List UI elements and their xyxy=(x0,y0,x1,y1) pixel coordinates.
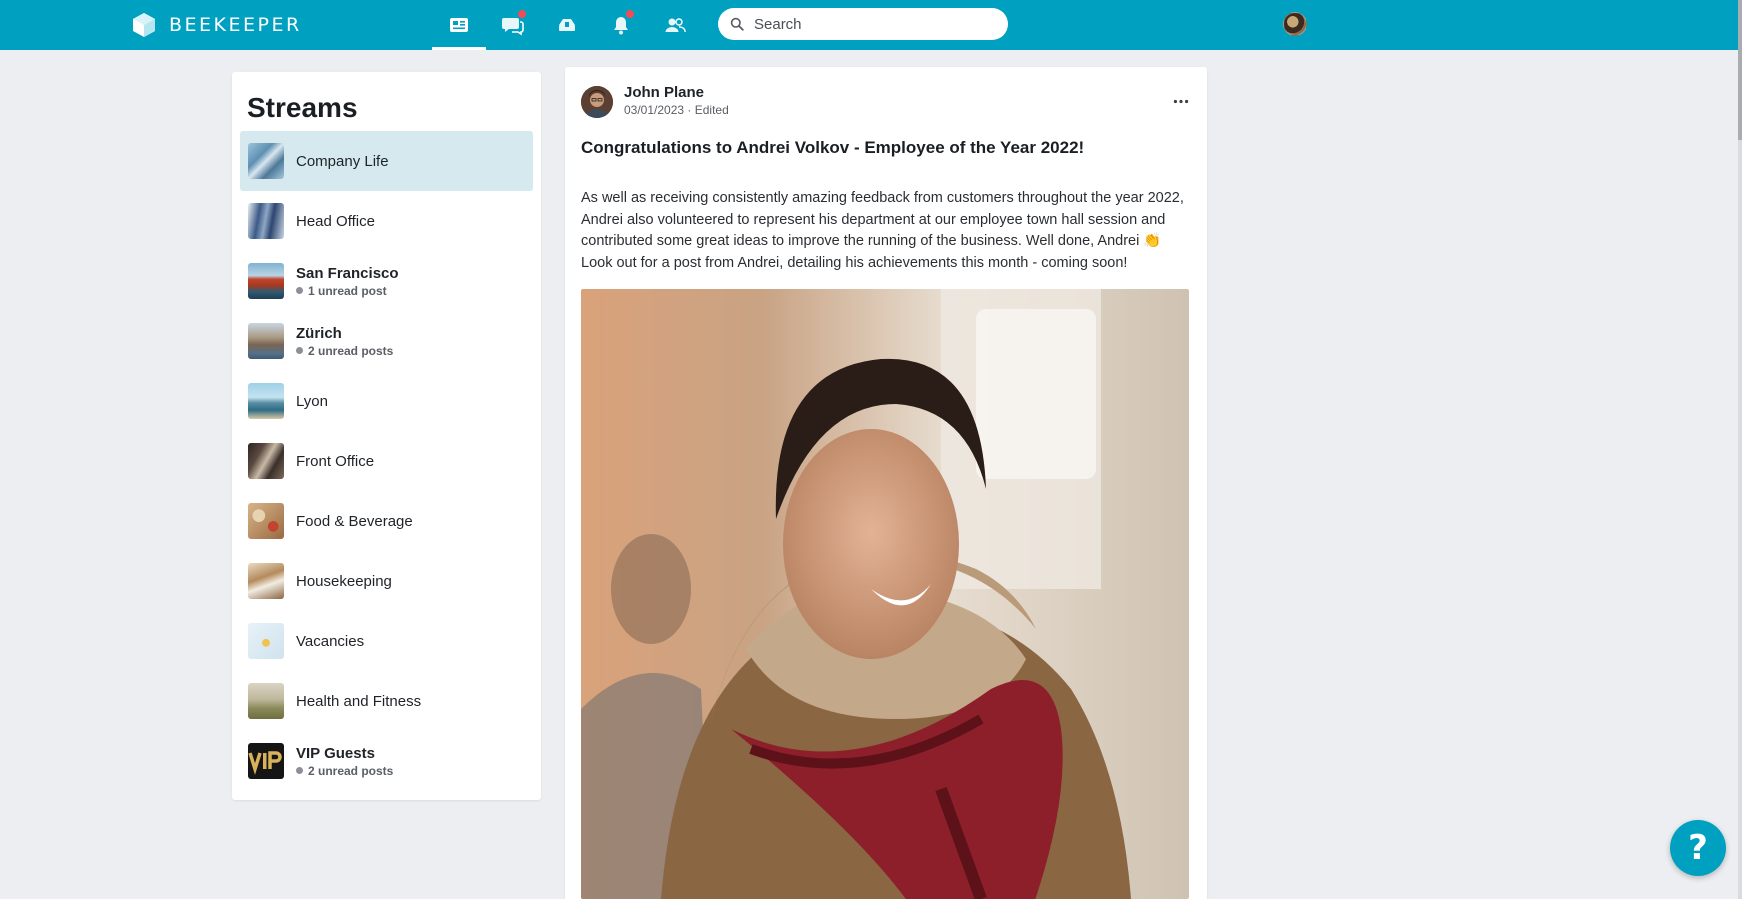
stream-company-life[interactable]: Company Life xyxy=(240,131,533,191)
nav-chats[interactable] xyxy=(486,0,540,50)
brand-name: BEEKEEPER xyxy=(169,14,302,36)
stream-food-beverage[interactable]: Food & Beverage xyxy=(240,491,533,551)
more-horizontal-icon xyxy=(1173,99,1189,103)
author-portrait-icon xyxy=(581,86,613,118)
chat-notification-dot xyxy=(517,9,527,19)
page-scrollbar[interactable] xyxy=(1738,0,1742,899)
search-bar[interactable] xyxy=(718,8,1008,40)
stream-label: Front Office xyxy=(296,452,375,470)
stream-thumbnail xyxy=(248,563,284,599)
edited-label: Edited xyxy=(694,103,729,117)
author-name[interactable]: John Plane xyxy=(624,84,704,101)
unread-dot-icon xyxy=(296,767,303,774)
stream-thumbnail xyxy=(248,503,284,539)
meta-separator: · xyxy=(687,103,695,117)
nav-news-feed[interactable] xyxy=(432,0,486,50)
vip-logo-icon xyxy=(248,751,282,775)
stream-thumbnail xyxy=(248,743,284,779)
stream-label: Lyon xyxy=(296,392,328,410)
unread-dot-icon xyxy=(296,347,303,354)
author-avatar[interactable] xyxy=(581,86,613,118)
stream-label: VIP Guests xyxy=(296,744,375,762)
post-title: Congratulations to Andrei Volkov - Emplo… xyxy=(581,138,1085,157)
stream-label: Housekeeping xyxy=(296,572,392,590)
stream-list: Company Life Head Office San Francisco 1… xyxy=(240,131,533,791)
nav-tools[interactable] xyxy=(540,0,594,50)
unread-count: 2 unread posts xyxy=(296,764,393,778)
stream-label: Health and Fitness xyxy=(296,692,422,710)
post-date: 03/01/2023 xyxy=(624,103,685,117)
stream-front-office[interactable]: Front Office xyxy=(240,431,533,491)
news-feed-icon xyxy=(450,18,468,32)
stream-thumbnail xyxy=(248,443,284,479)
post-body: As well as receiving consistently amazin… xyxy=(581,190,1184,271)
top-navigation-bar: BEEKEEPER xyxy=(0,0,1738,50)
streams-title: Streams xyxy=(247,92,358,123)
search-input[interactable] xyxy=(754,15,984,33)
nav-notifications[interactable] xyxy=(594,0,648,50)
notification-dot xyxy=(625,9,635,19)
stream-label: San Francisco xyxy=(296,264,399,282)
unread-count: 2 unread posts xyxy=(296,344,393,358)
stream-thumbnail xyxy=(248,623,284,659)
employee-portrait-image xyxy=(581,289,1189,899)
people-icon xyxy=(665,18,686,33)
stream-head-office[interactable]: Head Office xyxy=(240,191,533,251)
help-icon: ? xyxy=(1688,828,1708,868)
post-photo[interactable] xyxy=(581,289,1189,899)
help-button[interactable]: ? xyxy=(1670,820,1726,876)
stream-label: Zürich xyxy=(296,324,342,342)
stream-vip-guests[interactable]: VIP Guests 2 unread posts xyxy=(240,731,533,791)
main-nav xyxy=(432,0,702,50)
search-icon xyxy=(730,17,744,31)
post-meta: 03/01/2023 · Edited xyxy=(624,103,729,117)
more-options-button[interactable] xyxy=(1171,91,1191,111)
stream-label: Vacancies xyxy=(296,632,365,650)
unread-count: 1 unread post xyxy=(296,284,399,298)
stream-thumbnail xyxy=(248,143,284,179)
brand-logo[interactable]: BEEKEEPER xyxy=(131,12,302,38)
stream-vacancies[interactable]: Vacancies xyxy=(240,611,533,671)
stream-lyon[interactable]: Lyon xyxy=(240,371,533,431)
stream-thumbnail xyxy=(248,683,284,719)
stream-thumbnail xyxy=(248,383,284,419)
stream-label: Company Life xyxy=(296,152,389,170)
scrollbar-thumb[interactable] xyxy=(1738,0,1742,140)
stream-label: Food & Beverage xyxy=(296,512,413,530)
stream-san-francisco[interactable]: San Francisco 1 unread post xyxy=(240,251,533,311)
post-card: John Plane 03/01/2023 · Edited Congratul… xyxy=(565,67,1207,899)
stream-label: Head Office xyxy=(296,212,375,230)
user-avatar[interactable] xyxy=(1283,12,1307,36)
beekeeper-logo-icon xyxy=(133,13,155,37)
stream-thumbnail xyxy=(248,203,284,239)
stream-housekeeping[interactable]: Housekeeping xyxy=(240,551,533,611)
nav-people[interactable] xyxy=(648,0,702,50)
stream-zurich[interactable]: Zürich 2 unread posts xyxy=(240,311,533,371)
stream-thumbnail xyxy=(248,323,284,359)
stream-thumbnail xyxy=(248,263,284,299)
stream-health-fitness[interactable]: Health and Fitness xyxy=(240,671,533,731)
unread-dot-icon xyxy=(296,287,303,294)
tools-icon xyxy=(559,19,575,31)
streams-panel: Streams Company Life Head Office San Fra… xyxy=(232,72,541,800)
